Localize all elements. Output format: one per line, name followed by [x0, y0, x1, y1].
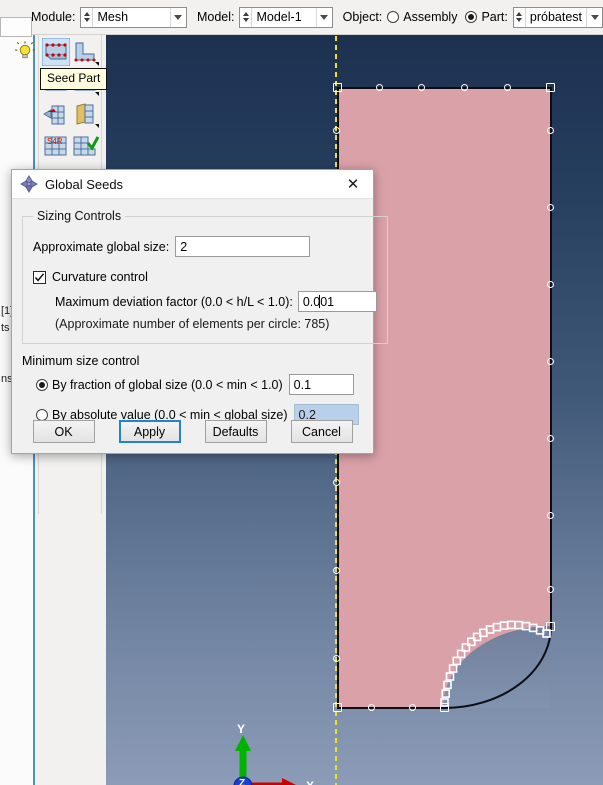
dialog-button-row: OK Apply Defaults Cancel — [12, 420, 373, 443]
seed-node-marker — [547, 435, 554, 442]
module-label: Module: — [31, 10, 76, 24]
approximate-global-size-row: Approximate global size: — [33, 236, 377, 257]
sizing-controls-group: Sizing Controls Approximate global size:… — [22, 209, 388, 344]
assign-element-type-icon — [42, 105, 65, 125]
by-absolute-radio[interactable] — [36, 408, 48, 421]
maximum-deviation-input[interactable] — [297, 291, 377, 312]
close-icon[interactable]: ✕ — [333, 170, 373, 198]
global-seeds-dialog[interactable]: Global Seeds ✕ Sizing Controls Approxima… — [11, 169, 388, 454]
defaults-button[interactable]: Defaults — [204, 420, 267, 443]
seed-node-marker — [461, 84, 468, 91]
orientation-triad: Y X Z — [222, 722, 332, 785]
seed-node-marker — [547, 127, 554, 134]
part-combo[interactable]: próbatest — [512, 6, 603, 28]
part-spinner[interactable] — [514, 7, 526, 27]
triad-x-label: X — [306, 779, 314, 785]
svg-text:S4R: S4R — [47, 137, 63, 146]
lightbulb-icon[interactable] — [14, 40, 36, 62]
triad-y-label: Y — [237, 722, 246, 736]
seed-vertex-marker — [546, 83, 555, 92]
verify-mesh-s4r-icon: S4R — [44, 136, 67, 156]
by-fraction-radio[interactable] — [36, 378, 48, 391]
curvature-control-label: Curvature control — [52, 270, 148, 284]
by-fraction-label: By fraction of global size (0.0 < min < … — [52, 377, 283, 392]
context-toolbar: Module: Mesh Model: Model-1 Object: Asse… — [0, 0, 603, 35]
maximum-deviation-row: Maximum deviation factor (0.0 < h/L < 1.… — [55, 291, 377, 312]
seed-node-marker — [333, 655, 340, 662]
part-edge-right[interactable] — [550, 87, 552, 627]
approximate-global-size-input[interactable] — [175, 236, 311, 257]
seed-node-marker — [409, 704, 416, 711]
seed-node-marker — [547, 204, 554, 211]
toolbar-assign-element-type-button[interactable] — [42, 100, 70, 128]
part-label: Part: — [481, 10, 508, 24]
model-spinner[interactable] — [240, 7, 253, 27]
object-assembly-radio[interactable] — [387, 11, 400, 23]
toolbar-verify-mesh-s4r-button[interactable]: S4R — [42, 132, 70, 160]
cancel-button[interactable]: Cancel — [290, 420, 353, 443]
global-seeds-icon — [20, 175, 38, 193]
part-edge-bottom[interactable] — [337, 707, 445, 709]
chevron-down-icon[interactable] — [586, 7, 602, 27]
seed-node-marker — [547, 586, 554, 593]
module-combo[interactable]: Mesh — [80, 6, 187, 28]
toolbar-seed-part-button[interactable] — [41, 37, 71, 67]
verify-mesh-check-icon — [73, 136, 100, 156]
seed-node-marker — [333, 567, 340, 574]
toolbar-seed-edges-button[interactable] — [71, 38, 99, 66]
tree-fragment: ts — [1, 322, 10, 334]
chevron-down-icon[interactable] — [315, 7, 332, 27]
seed-edges-icon — [74, 42, 99, 66]
assembly-label: Assembly — [403, 10, 458, 24]
approximate-global-size-label: Approximate global size: — [33, 239, 170, 254]
by-fraction-input[interactable] — [288, 374, 354, 395]
triad-z-label: Z — [239, 778, 246, 785]
module-value: Mesh — [97, 10, 129, 24]
module-spinner[interactable] — [81, 7, 94, 27]
curvature-control-row[interactable]: Curvature control — [33, 270, 377, 284]
apply-button[interactable]: Apply — [118, 420, 181, 443]
dialog-title: Global Seeds — [45, 176, 124, 192]
part-value: próbatest — [529, 10, 582, 24]
sizing-controls-legend: Sizing Controls — [37, 209, 122, 223]
maximum-deviation-label: Maximum deviation factor (0.0 < h/L < 1.… — [55, 294, 293, 309]
text-caret — [318, 295, 320, 308]
seed-part-tooltip: Seed Part — [40, 68, 108, 90]
seed-node-marker — [504, 84, 511, 91]
model-combo[interactable]: Model-1 — [239, 6, 333, 28]
part-edge-top[interactable] — [337, 87, 552, 89]
seed-node-marker — [418, 84, 425, 91]
context-bar: Module: Mesh Model: Model-1 Object: Asse… — [31, 0, 603, 34]
dialog-title-bar[interactable]: Global Seeds ✕ — [12, 170, 373, 199]
ok-button[interactable]: OK — [32, 420, 95, 443]
curvature-control-checkbox[interactable] — [33, 270, 46, 284]
seed-vertex-marker — [440, 703, 449, 712]
seed-vertex-marker — [333, 83, 342, 92]
seed-part-icon — [41, 37, 71, 67]
toolbar-assign-stack-direction-button[interactable] — [71, 100, 99, 128]
dialog-body: Sizing Controls Approximate global size:… — [12, 199, 388, 452]
seed-vertex-marker — [333, 703, 342, 712]
seed-node-marker — [376, 84, 383, 91]
seed-node-marker — [368, 704, 375, 711]
seed-node-marker — [547, 281, 554, 288]
seed-node-marker — [333, 479, 340, 486]
toolbar-corner-box — [0, 17, 32, 37]
chevron-down-icon[interactable] — [169, 7, 186, 27]
seed-node-marker — [547, 358, 554, 365]
seed-vertex-marker — [546, 622, 555, 631]
toolbar-verify-mesh-button[interactable] — [71, 132, 100, 160]
minimum-size-control-title: Minimum size control — [22, 354, 140, 368]
assign-stack-direction-icon — [76, 103, 99, 128]
seed-node-marker — [547, 512, 554, 519]
elements-per-circle-note: (Approximate number of elements per circ… — [55, 317, 330, 331]
object-part-radio[interactable] — [465, 11, 478, 23]
by-fraction-row[interactable]: By fraction of global size (0.0 < min < … — [36, 374, 363, 395]
seed-node-marker — [333, 127, 340, 134]
model-label: Model: — [196, 10, 235, 24]
model-value: Model-1 — [256, 10, 302, 24]
object-label: Object: — [342, 10, 383, 24]
